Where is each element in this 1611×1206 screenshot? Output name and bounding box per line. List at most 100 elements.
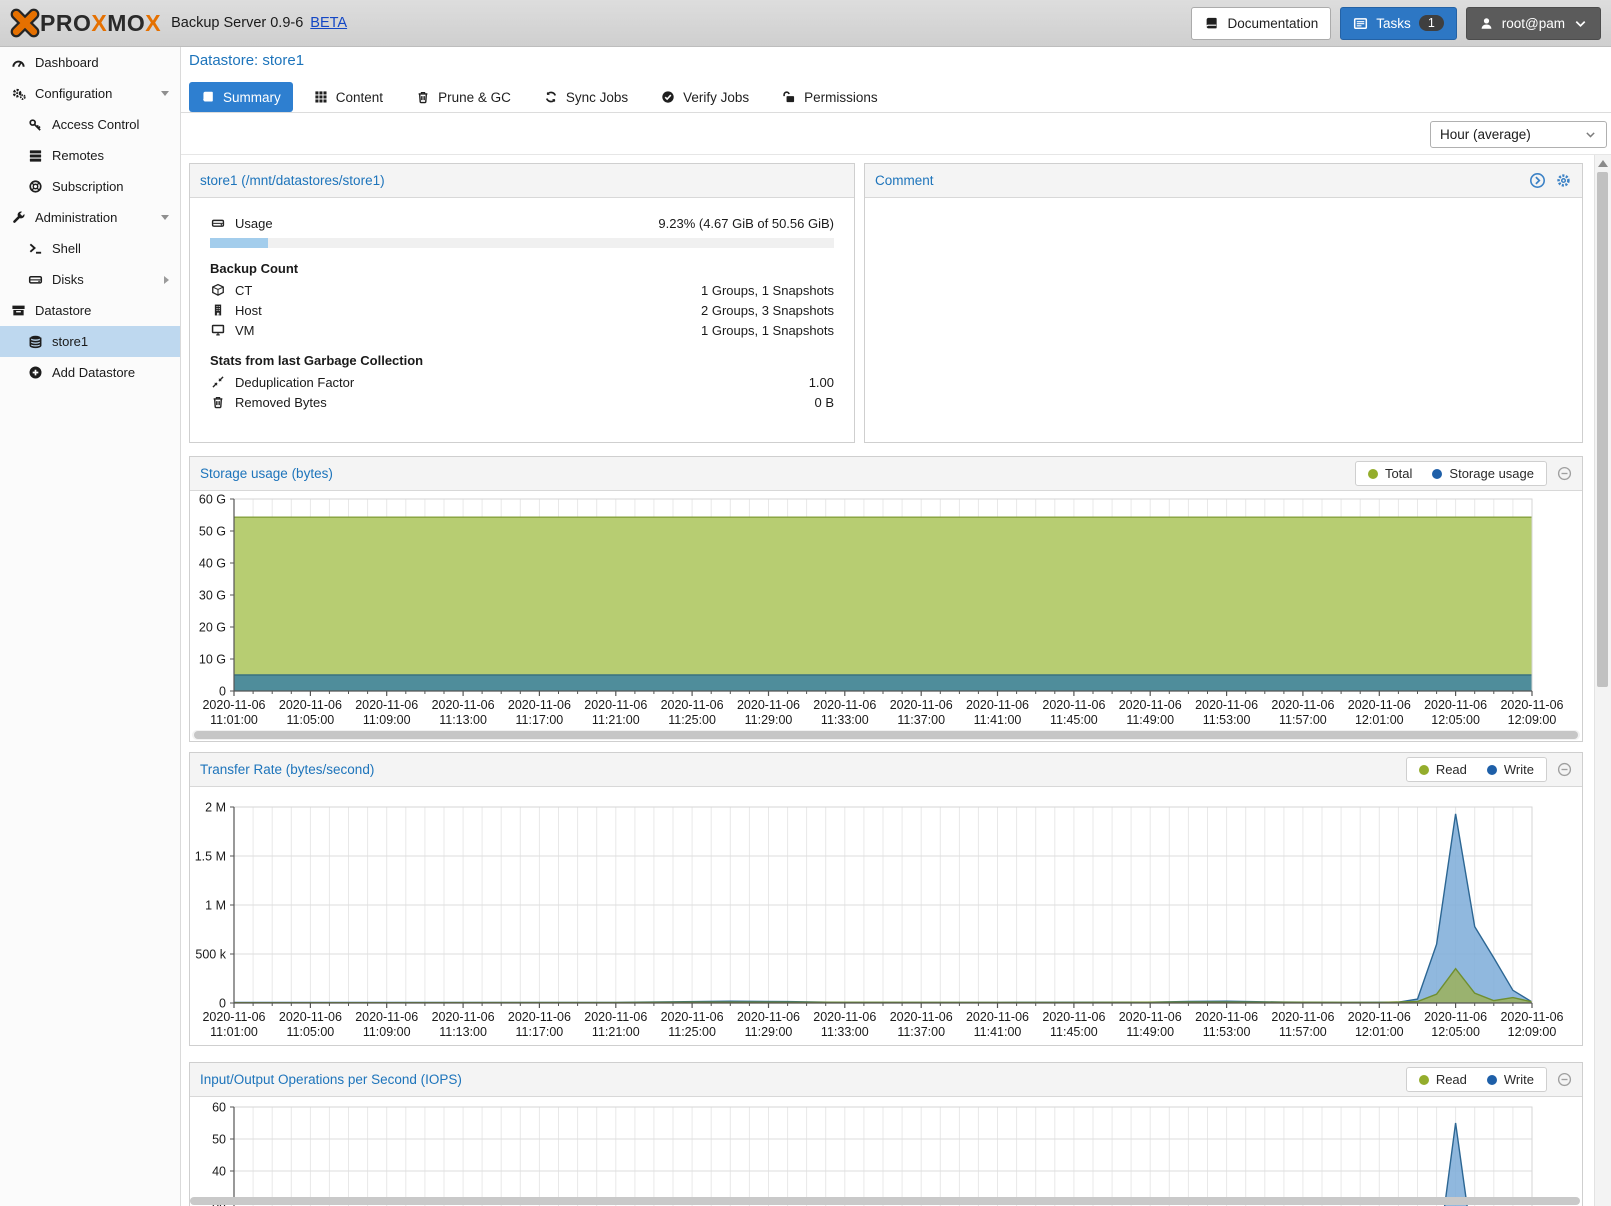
terminal-icon	[27, 241, 43, 256]
svg-text:11:37:00: 11:37:00	[897, 1025, 945, 1039]
transfer-chart-panel: Transfer Rate (bytes/second) ReadWrite 0…	[189, 752, 1583, 1046]
vertical-scrollbar[interactable]	[1594, 155, 1611, 1206]
svg-text:2020-11-06: 2020-11-06	[508, 1010, 571, 1024]
legend-dot-icon	[1432, 469, 1442, 479]
stat-row-ct: CT 1 Groups, 1 Snapshots	[210, 280, 834, 300]
proxmox-logo-icon	[10, 8, 40, 38]
svg-text:2020-11-06: 2020-11-06	[279, 698, 342, 712]
sidebar-item-label: store1	[52, 334, 88, 349]
sidebar-item-label: Access Control	[52, 117, 139, 132]
svg-text:11:57:00: 11:57:00	[1279, 1025, 1327, 1039]
svg-text:11:57:00: 11:57:00	[1279, 713, 1327, 727]
svg-text:2020-11-06: 2020-11-06	[1500, 1010, 1563, 1024]
storage-chart-canvas: 010 G20 G30 G40 G50 G60 G2020-11-0611:01…	[190, 491, 1582, 731]
svg-text:11:29:00: 11:29:00	[745, 713, 793, 727]
top-bar: PROXMOX Backup Server 0.9-6 BETA Documen…	[0, 0, 1611, 47]
svg-text:2020-11-06: 2020-11-06	[737, 1010, 800, 1024]
comment-panel: Comment	[864, 163, 1583, 443]
legend-item-write[interactable]: Write	[1487, 1072, 1534, 1087]
sidebar-item-shell[interactable]: Shell	[0, 233, 180, 264]
iops-chart-canvas: 01020304050602020-11-0611:01:002020-11-0…	[190, 1097, 1582, 1206]
tab-summary[interactable]: Summary	[189, 82, 293, 112]
iops-chart-panel: Input/Output Operations per Second (IOPS…	[189, 1062, 1583, 1206]
stat-row-removed-bytes: Removed Bytes 0 B	[210, 392, 834, 412]
tabbar-divider	[181, 112, 1611, 113]
sidebar-item-configuration[interactable]: Configuration	[0, 78, 180, 109]
svg-text:12:01:00: 12:01:00	[1355, 1025, 1404, 1039]
legend-item-total[interactable]: Total	[1368, 466, 1412, 481]
collapse-chart-icon[interactable]	[1557, 466, 1572, 481]
storage-chart-title: Storage usage (bytes)	[200, 466, 333, 481]
chevron-down-icon	[1584, 128, 1597, 141]
svg-text:2020-11-06: 2020-11-06	[813, 698, 876, 712]
sidebar-item-remotes[interactable]: Remotes	[0, 140, 180, 171]
cube-icon	[210, 283, 226, 297]
sidebar-item-access-control[interactable]: Access Control	[0, 109, 180, 140]
svg-text:11:25:00: 11:25:00	[668, 713, 716, 727]
sidebar-item-label: Configuration	[35, 86, 112, 101]
legend-item-read[interactable]: Read	[1419, 1072, 1467, 1087]
gears-icon	[10, 86, 26, 101]
sidebar-item-administration[interactable]: Administration	[0, 202, 180, 233]
sidebar-item-dashboard[interactable]: Dashboard	[0, 47, 180, 78]
svg-text:2020-11-06: 2020-11-06	[508, 698, 571, 712]
svg-text:11:01:00: 11:01:00	[210, 1025, 258, 1039]
usage-value: 9.23% (4.67 GiB of 50.56 GiB)	[658, 216, 834, 231]
chart-horizontal-scrollbar[interactable]	[192, 730, 1580, 740]
sidebar-item-label: Dashboard	[35, 55, 99, 70]
sidebar-item-label: Administration	[35, 210, 117, 225]
legend-item-write[interactable]: Write	[1487, 762, 1534, 777]
stat-row-vm: VM 1 Groups, 1 Snapshots	[210, 320, 834, 340]
comment-panel-title: Comment	[875, 173, 934, 188]
chart-horizontal-scrollbar-thumb[interactable]	[194, 731, 1578, 739]
usage-row: Usage 9.23% (4.67 GiB of 50.56 GiB)	[210, 213, 834, 233]
svg-text:11:33:00: 11:33:00	[821, 713, 869, 727]
sidebar-item-label: Remotes	[52, 148, 104, 163]
legend-item-storage-usage[interactable]: Storage usage	[1432, 466, 1534, 481]
tab-sync-jobs[interactable]: Sync Jobs	[532, 82, 640, 112]
vertical-scrollbar-thumb[interactable]	[1597, 172, 1608, 687]
svg-text:11:21:00: 11:21:00	[592, 1025, 640, 1039]
sidebar-item-subscription[interactable]: Subscription	[0, 171, 180, 202]
tab-permissions[interactable]: Permissions	[770, 82, 890, 112]
legend-dot-icon	[1487, 1075, 1497, 1085]
collapse-chart-icon[interactable]	[1557, 762, 1572, 777]
tab-prune-gc[interactable]: Prune & GC	[404, 82, 523, 112]
sidebar-item-datastore[interactable]: Datastore	[0, 295, 180, 326]
sidebar-item-disks[interactable]: Disks	[0, 264, 180, 295]
collapse-chart-icon[interactable]	[1557, 1072, 1572, 1087]
svg-text:12:01:00: 12:01:00	[1355, 713, 1404, 727]
horizontal-scrollbar-thumb[interactable]	[190, 1197, 1580, 1205]
svg-text:11:41:00: 11:41:00	[974, 713, 1022, 727]
documentation-button[interactable]: Documentation	[1191, 7, 1331, 40]
legend-item-read[interactable]: Read	[1419, 762, 1467, 777]
chevron-circle-icon[interactable]	[1529, 172, 1546, 189]
scroll-up-arrow-icon[interactable]	[1598, 160, 1608, 167]
legend-dot-icon	[1368, 469, 1378, 479]
user-icon	[1479, 16, 1494, 31]
svg-text:11:21:00: 11:21:00	[592, 713, 640, 727]
wrench-icon	[10, 210, 26, 225]
timeframe-select[interactable]: Hour (average)	[1430, 121, 1607, 148]
book-icon	[1204, 16, 1219, 31]
check-circle-icon	[661, 90, 675, 104]
page-title: Datastore: store1	[189, 52, 304, 69]
tasks-count-badge: 1	[1419, 15, 1444, 31]
svg-text:2020-11-06: 2020-11-06	[1424, 1010, 1487, 1024]
svg-text:2020-11-06: 2020-11-06	[1271, 698, 1334, 712]
svg-text:11:09:00: 11:09:00	[363, 713, 411, 727]
svg-text:10 G: 10 G	[199, 653, 226, 667]
tab-content[interactable]: Content	[302, 82, 395, 112]
brand-wordmark: PROXMOX	[40, 10, 161, 37]
datastore-summary-header: store1 (/mnt/datastores/store1)	[190, 164, 854, 198]
tasks-button[interactable]: Tasks 1	[1340, 7, 1456, 40]
beta-link[interactable]: BETA	[310, 15, 347, 31]
tab-verify-jobs[interactable]: Verify Jobs	[649, 82, 761, 112]
sidebar-item-add-datastore[interactable]: Add Datastore	[0, 357, 180, 388]
user-menu-button[interactable]: root@pam	[1466, 7, 1601, 40]
section-heading-stats-from-last-garbage-collection: Stats from last Garbage Collection	[210, 353, 834, 368]
sidebar-item-label: Shell	[52, 241, 81, 256]
gear-icon[interactable]	[1555, 172, 1572, 189]
svg-text:2020-11-06: 2020-11-06	[1042, 698, 1105, 712]
sidebar-item-store1[interactable]: store1	[0, 326, 180, 357]
